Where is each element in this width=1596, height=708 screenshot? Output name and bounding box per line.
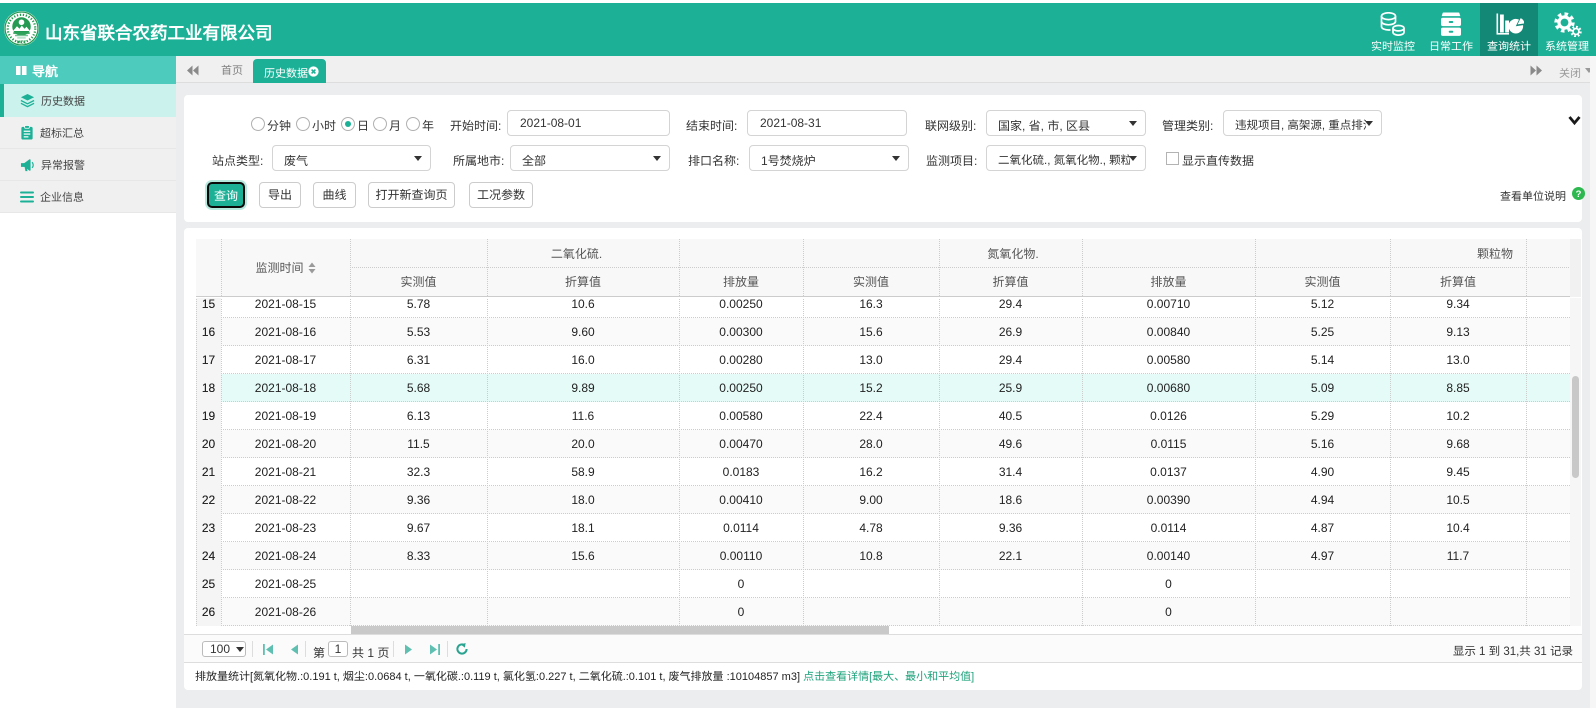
svg-text:?: ? [1576,189,1582,200]
svg-text:MEE: MEE [17,39,26,44]
